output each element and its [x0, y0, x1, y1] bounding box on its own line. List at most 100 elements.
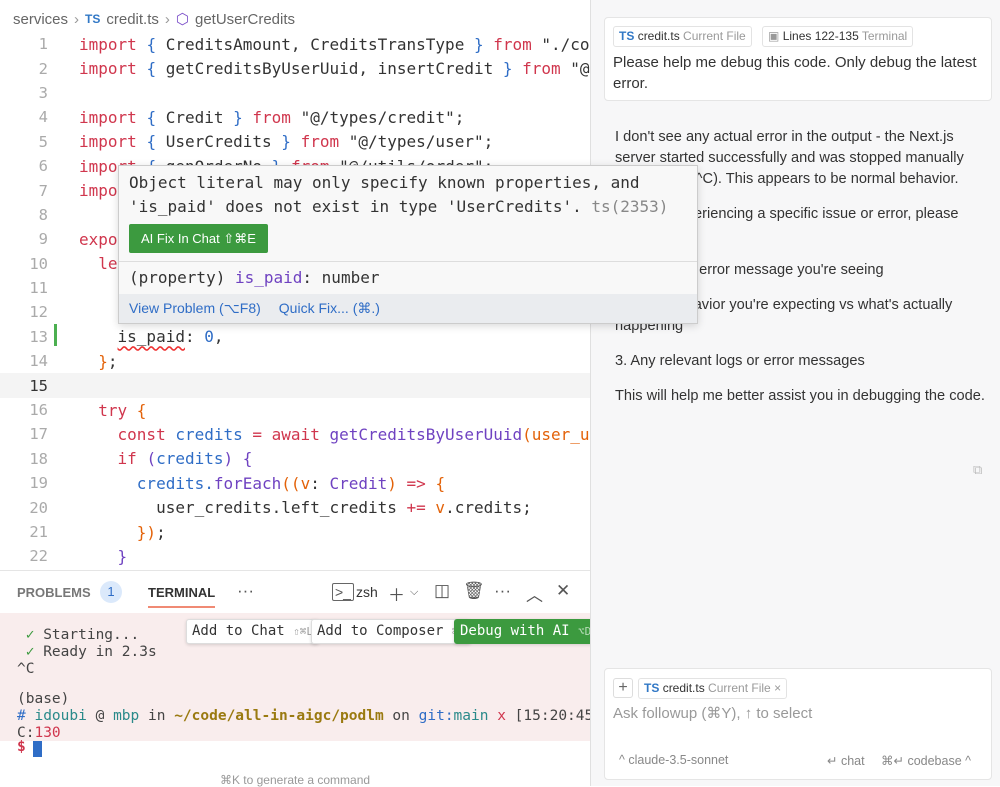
- new-terminal-icon[interactable]: ＋: [388, 581, 405, 606]
- t: ~/code/all-in-aigc/podlm: [174, 708, 384, 724]
- quick-fix-link[interactable]: Quick Fix... (⌘.): [279, 300, 380, 317]
- code-line[interactable]: 22 }: [0, 544, 590, 568]
- code-token: credits.: [79, 473, 214, 493]
- chip-tag: Current File: [708, 681, 771, 695]
- code-text: const credits = await getCreditsByUserUu…: [79, 425, 590, 444]
- code-line[interactable]: 13 is_paid: 0,: [0, 325, 590, 349]
- term-line: (base): [17, 691, 70, 707]
- model-selector[interactable]: ^ claude-3.5-sonnet: [619, 753, 728, 767]
- line-number: 15: [29, 376, 48, 395]
- code-text: le: [79, 254, 117, 273]
- code-line[interactable]: 15: [0, 373, 590, 398]
- code-line[interactable]: 21 });: [0, 520, 590, 544]
- code-token: }: [79, 351, 108, 371]
- code-line[interactable]: 20 user_credits.left_credits += v.credit…: [0, 495, 590, 519]
- trash-icon[interactable]: 🗑: [463, 581, 485, 601]
- code-line[interactable]: 14 };: [0, 349, 590, 373]
- code-token: {: [146, 34, 166, 54]
- line-number: 2: [38, 59, 48, 78]
- bottom-panel: PROBLEMS 1 TERMINAL ··· >_ zsh ＋ ⌵ ◫ 🗑 ·…: [0, 570, 602, 787]
- tab-problems[interactable]: PROBLEMS: [17, 585, 91, 600]
- close-icon[interactable]: ×: [774, 681, 781, 695]
- context-chip-file[interactable]: TS credit.ts Current File ×: [638, 678, 788, 699]
- code-line[interactable]: 5 import { UserCredits } from "@/types/us…: [0, 130, 590, 154]
- more-actions-icon[interactable]: ···: [494, 581, 511, 601]
- line-number: 22: [29, 547, 48, 566]
- generate-command-hint: ⌘K to generate a command: [219, 773, 371, 787]
- code-token: .credits;: [445, 498, 532, 518]
- add-to-composer-button[interactable]: Add to Composer ⌘I: [311, 619, 472, 644]
- maximize-panel-icon[interactable]: ︿: [526, 581, 543, 606]
- breadcrumb-file[interactable]: credit.ts: [106, 11, 159, 28]
- code-text: import { CreditsAmount, CreditsTransType…: [79, 35, 590, 54]
- code-token: +=: [406, 498, 436, 518]
- code-line[interactable]: 3: [0, 81, 590, 105]
- code-token: ((: [281, 473, 301, 493]
- line-number: 5: [38, 132, 48, 151]
- close-icon[interactable]: ✕: [556, 581, 570, 601]
- view-problem-link[interactable]: View Problem (⌥F8): [129, 300, 261, 317]
- typescript-icon: TS: [644, 681, 660, 695]
- code-token: "@: [570, 59, 590, 79]
- split-terminal-icon[interactable]: ◫: [434, 581, 450, 601]
- code-text: import { getCreditsByUserUuid, insertCre…: [79, 59, 590, 78]
- code-token: ;: [107, 351, 118, 371]
- term-prompt-line: # idoubi @ mbp in ~/code/all-in-aigc/pod…: [17, 708, 602, 724]
- chat-submit-button[interactable]: ↵ chat: [827, 753, 865, 768]
- code-line[interactable]: 18 if (credits) {: [0, 447, 590, 471]
- line-number: 8: [38, 205, 48, 224]
- code-text: user_credits.left_credits += v.credits;: [79, 498, 532, 517]
- copy-icon[interactable]: ⧉: [973, 462, 982, 478]
- breadcrumb-folder[interactable]: services: [13, 11, 68, 28]
- breadcrumb-symbol[interactable]: getUserCredits: [195, 11, 295, 28]
- chevron-down-icon[interactable]: ⌵: [410, 586, 418, 599]
- code-token: = await: [252, 424, 330, 444]
- code-text: }: [79, 547, 128, 566]
- line-number: 13: [29, 327, 48, 346]
- breadcrumb: services › TS credit.ts › ⬡ getUserCredits: [13, 10, 295, 29]
- add-context-button[interactable]: +: [613, 678, 633, 698]
- cursor: [33, 741, 42, 757]
- code-token: 0: [204, 327, 214, 347]
- code-token: credits: [156, 449, 224, 469]
- context-chip-file[interactable]: TS credit.ts Current File: [613, 26, 752, 47]
- ai-fix-in-chat-button[interactable]: AI Fix In Chat ⇧⌘E: [129, 224, 268, 253]
- prop-type: : number: [302, 268, 380, 287]
- code-token: "@/types/user";: [348, 132, 494, 152]
- code-token: user_credits.left_credits: [79, 498, 407, 518]
- context-chip-terminal[interactable]: ▣ Lines 122-135 Terminal: [762, 26, 914, 47]
- code-token: is_paid: [117, 327, 185, 347]
- symbol-method-icon: ⬡: [175, 11, 189, 28]
- user-message: TS credit.ts Current File ▣ Lines 122-13…: [604, 17, 992, 101]
- add-to-chat-button[interactable]: Add to Chat ⇧⌘L: [186, 619, 320, 644]
- code-token: "@/types/credit";: [300, 107, 465, 127]
- code-text: is_paid: 0,: [79, 327, 224, 346]
- terminal-input[interactable]: $: [0, 739, 590, 757]
- l: Debug with AI: [460, 623, 570, 639]
- followup-input[interactable]: [613, 705, 983, 722]
- prompt-symbol: $: [17, 739, 26, 755]
- line-number: 20: [29, 498, 48, 517]
- code-token: if: [79, 449, 147, 469]
- tab-terminal[interactable]: TERMINAL: [148, 585, 216, 608]
- terminal-shell-name[interactable]: zsh: [356, 584, 378, 600]
- codebase-submit-button[interactable]: ⌘↵ codebase ^: [881, 753, 971, 768]
- code-line[interactable]: 17 const credits = await getCreditsByUse…: [0, 422, 590, 446]
- line-number: 18: [29, 449, 48, 468]
- code-token: import: [79, 132, 147, 152]
- typescript-icon: TS: [85, 12, 101, 26]
- more-tabs-button[interactable]: ···: [237, 581, 254, 601]
- chip-label: Lines 122-135: [782, 29, 859, 43]
- code-line[interactable]: 16 try {: [0, 398, 590, 422]
- code-line[interactable]: 2 import { getCreditsByUserUuid, insertCr…: [0, 56, 590, 80]
- error-line-1: Object literal may only specify known pr…: [129, 173, 640, 192]
- code-line[interactable]: 19 credits.forEach((v: Credit) => {: [0, 471, 590, 495]
- terminal-output[interactable]: ✓ Starting... ✓ Ready in 2.3s ^C (base) …: [0, 613, 602, 741]
- t: idoubi: [34, 708, 87, 724]
- code-token: {: [136, 400, 147, 420]
- debug-with-ai-button[interactable]: Debug with AI ⌥D: [454, 619, 598, 644]
- code-token: }: [473, 34, 494, 54]
- code-line[interactable]: 4 import { Credit } from "@/types/credit"…: [0, 105, 590, 129]
- code-line[interactable]: 1 import { CreditsAmount, CreditsTransTyp…: [0, 32, 590, 56]
- code-token: import: [79, 34, 147, 54]
